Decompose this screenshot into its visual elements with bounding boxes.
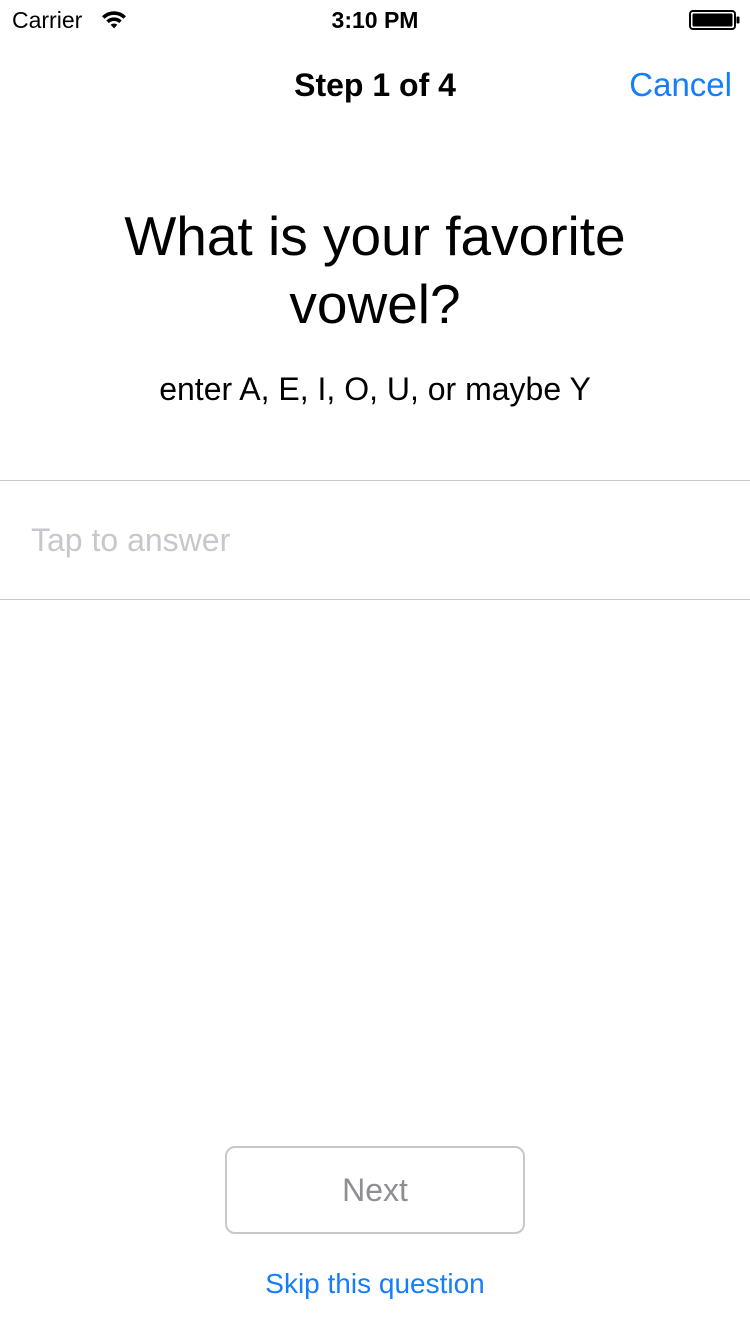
next-button[interactable]: Next (225, 1146, 525, 1234)
battery-full-icon (689, 10, 741, 30)
cancel-button[interactable]: Cancel (629, 65, 732, 105)
navigation-bar: Step 1 of 4 Cancel (0, 40, 750, 128)
question-title: What is your favorite vowel? (124, 205, 626, 335)
answer-bottom-divider (0, 599, 750, 600)
skip-question-link[interactable]: Skip this question (0, 1266, 750, 1302)
status-time: 3:10 PM (331, 7, 419, 33)
answer-input[interactable] (0, 481, 750, 599)
question-detail: enter A, E, I, O, U, or maybe Y (159, 371, 591, 407)
status-bar: Carrier 3:10 PM (0, 0, 750, 40)
